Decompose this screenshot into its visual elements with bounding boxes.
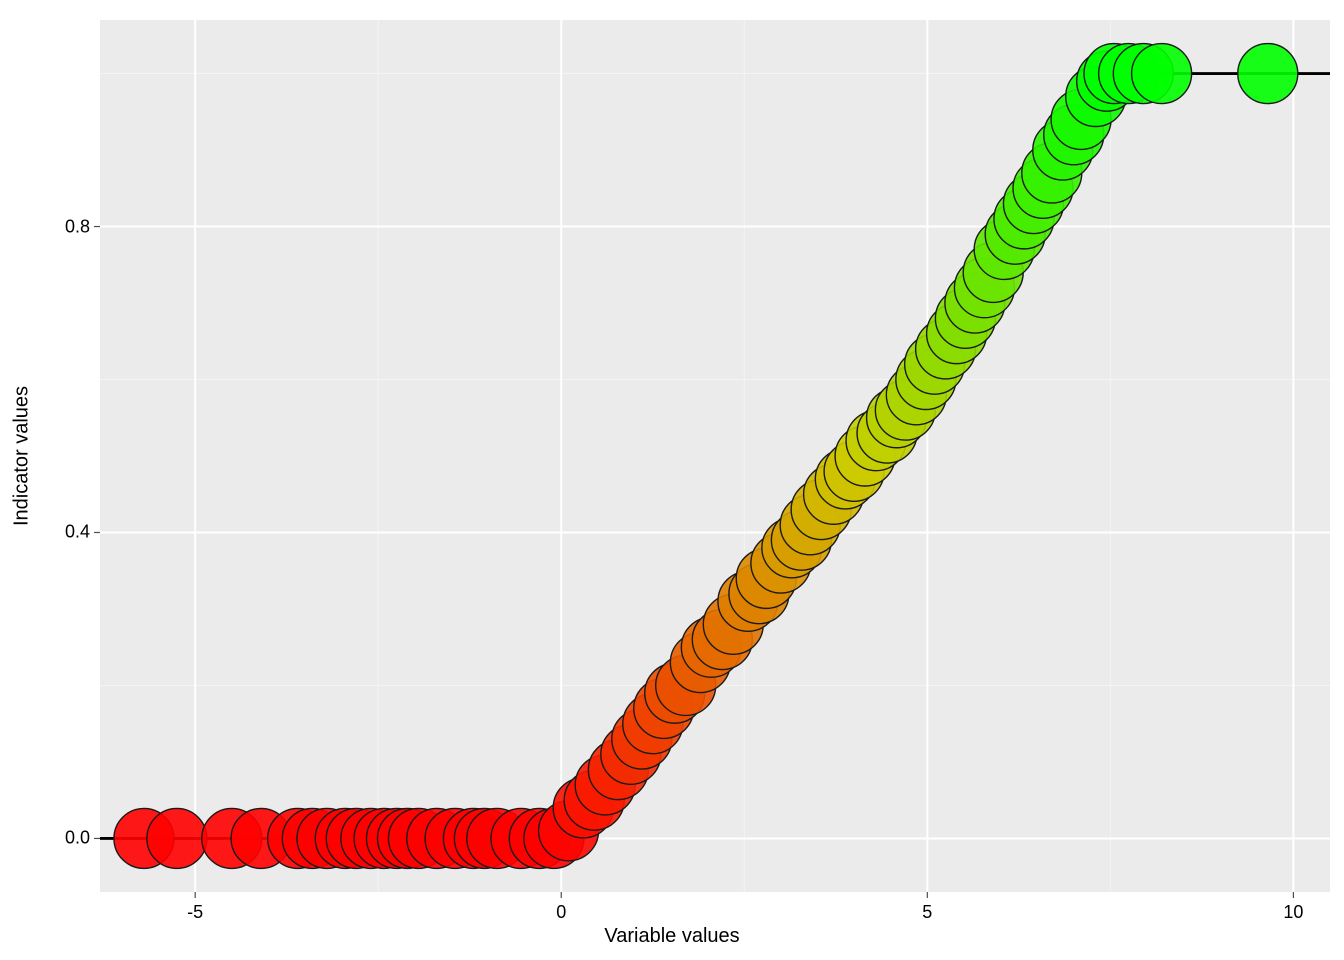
y-tick-label: 0.8: [30, 216, 90, 237]
data-point: [1132, 44, 1192, 104]
chart-plot-area: [0, 0, 1344, 960]
y-tick-label: 0.4: [30, 522, 90, 543]
x-tick-label: 5: [922, 902, 932, 923]
data-point: [1238, 44, 1298, 104]
x-tick-label: 0: [556, 902, 566, 923]
x-tick-label: 10: [1283, 902, 1303, 923]
x-tick-label: -5: [187, 902, 203, 923]
chart-figure: Indicator values Variable values 0.00.40…: [0, 0, 1344, 960]
data-point: [147, 808, 207, 868]
y-tick-label: 0.0: [30, 828, 90, 849]
